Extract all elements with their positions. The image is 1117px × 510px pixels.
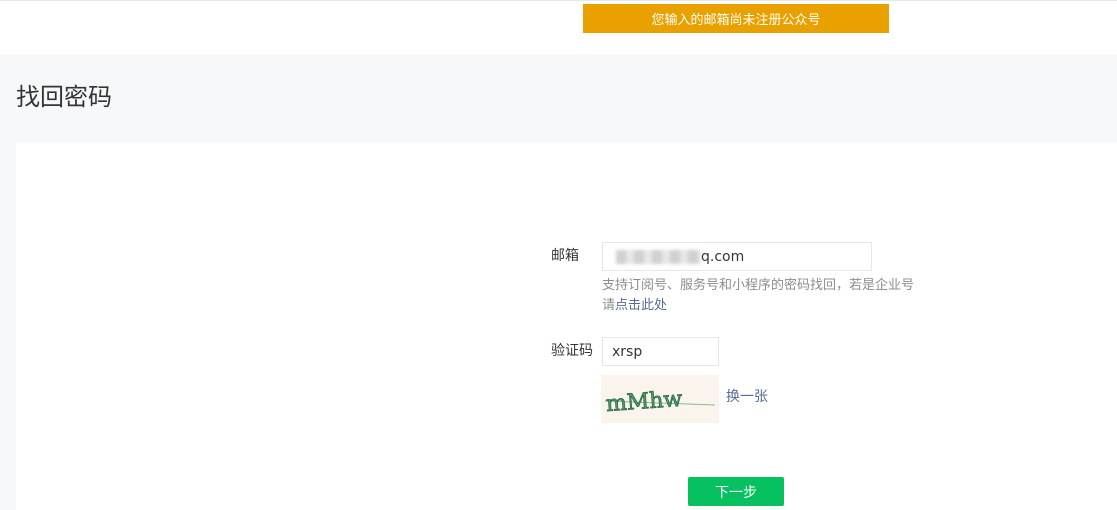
- refresh-captcha-link[interactable]: 换一张: [726, 387, 768, 407]
- captcha-image-text: mMhw: [605, 387, 683, 417]
- error-alert: 您输入的邮箱尚未注册公众号: [583, 4, 889, 33]
- email-help-text: 支持订阅号、服务号和小程序的密码找回，若是企业号请点击此处: [602, 276, 922, 316]
- email-field[interactable]: q.com: [602, 242, 872, 271]
- captcha-label: 验证码: [551, 343, 593, 359]
- redacted-email-blur: [616, 250, 701, 264]
- enterprise-recovery-link[interactable]: 点击此处: [615, 298, 667, 313]
- page-title: 找回密码: [16, 83, 112, 111]
- captcha-image: mMhw: [601, 375, 719, 423]
- email-label: 邮箱: [551, 248, 579, 264]
- captcha-input[interactable]: [602, 337, 719, 366]
- top-bar: [0, 0, 1117, 54]
- error-alert-text: 您输入的邮箱尚未注册公众号: [651, 13, 821, 28]
- captcha-image-graphic: mMhw: [605, 386, 716, 418]
- form-panel: [16, 143, 1117, 510]
- email-visible-suffix: q.com: [701, 249, 745, 265]
- next-step-button[interactable]: 下一步: [688, 477, 784, 506]
